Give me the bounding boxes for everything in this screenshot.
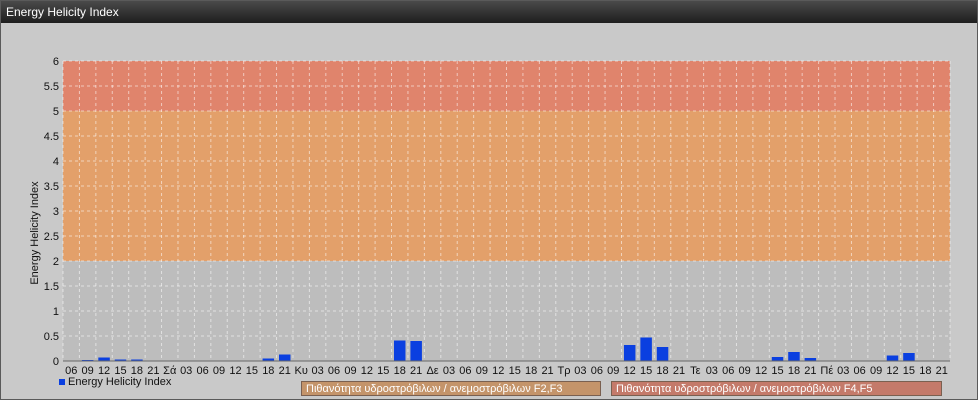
- x-tick-label: 06: [196, 365, 208, 377]
- y-tick-label: 1: [53, 306, 59, 318]
- x-tick-label: 03: [837, 365, 849, 377]
- energy-helicity-chart: Energy Helicity Index 0 0.5 1 1.5 2 2.5 3 3.5 4 4…: [29, 56, 951, 377]
- x-tick-label: 09: [607, 365, 619, 377]
- legend-series-name: Energy Helicity Index: [68, 376, 172, 388]
- x-tick-label: 12: [492, 365, 504, 377]
- x-tick-label: 21: [936, 365, 948, 377]
- x-tick-label: 09: [870, 365, 882, 377]
- bar: [393, 340, 406, 361]
- x-tick-label: 06: [722, 365, 734, 377]
- x-tick-label: 18: [262, 365, 274, 377]
- x-tick-label: 06: [591, 365, 603, 377]
- x-tick-label: 03: [311, 365, 323, 377]
- x-tick-label: 12: [755, 365, 767, 377]
- bar: [98, 357, 110, 361]
- x-tick-label: 12: [361, 365, 373, 377]
- x-tick-label: 12: [229, 365, 241, 377]
- legend-swatch: [59, 379, 65, 386]
- band-legend-f2-f3: Πιθανότητα υδροστρόβιλων / ανεμοστρόβιλω…: [301, 381, 601, 396]
- legend: Energy Helicity Index: [59, 376, 171, 388]
- x-tick-label: 06: [854, 365, 866, 377]
- bar: [623, 345, 636, 361]
- bar: [903, 353, 915, 361]
- x-tick-label: 03: [706, 365, 718, 377]
- y-tick-label: 4: [53, 156, 59, 168]
- x-tick-label: Τρ: [557, 365, 570, 377]
- x-tick-label: Κυ: [294, 365, 307, 377]
- y-tick-label: 3.5: [44, 181, 59, 193]
- y-tick-label: 5.5: [44, 81, 59, 93]
- bar: [640, 337, 652, 361]
- x-tick-label: 03: [180, 365, 192, 377]
- x-tick-label: Δε: [426, 365, 438, 377]
- bar: [886, 355, 899, 361]
- x-tick-label: 09: [344, 365, 356, 377]
- bar: [279, 354, 291, 361]
- bar: [410, 341, 422, 361]
- x-tick-label: 21: [279, 365, 291, 377]
- y-tick-label: 3: [53, 206, 59, 218]
- x-tick-label: 21: [541, 365, 553, 377]
- x-tick-label: 21: [804, 365, 816, 377]
- x-tick-label: 12: [624, 365, 636, 377]
- x-tick-label: 12: [886, 365, 898, 377]
- x-tick-label: 15: [509, 365, 521, 377]
- x-tick-label: 06: [459, 365, 471, 377]
- x-tick-label: 18: [788, 365, 800, 377]
- y-axis-label: Energy Helicity Index: [29, 181, 41, 285]
- window-title: Energy Helicity Index: [1, 1, 977, 23]
- x-tick-label: 21: [673, 365, 685, 377]
- y-tick-label: 0: [53, 356, 59, 368]
- y-tick-label: 1.5: [44, 281, 59, 293]
- y-tick-label: 4.5: [44, 131, 59, 143]
- x-tick-label: 18: [394, 365, 406, 377]
- x-tick-label: 03: [443, 365, 455, 377]
- x-tick-label: 09: [213, 365, 225, 377]
- y-tick-label: 2: [53, 256, 59, 268]
- y-tick-label: 2.5: [44, 231, 59, 243]
- x-tick-label: 18: [525, 365, 537, 377]
- y-tick-label: 5: [53, 106, 59, 118]
- x-tick-label: 09: [476, 365, 488, 377]
- y-tick-label: 6: [53, 56, 59, 68]
- x-tick-label: 15: [246, 365, 258, 377]
- band-legend-f4-f5: Πιθανότητα υδροστρόβιλων / ανεμοστρόβιλω…: [611, 381, 942, 396]
- x-tick-label: 15: [377, 365, 389, 377]
- bar: [788, 352, 800, 361]
- x-tick-label: 03: [574, 365, 586, 377]
- x-tick-label: 09: [739, 365, 751, 377]
- x-tick-label: 15: [771, 365, 783, 377]
- bar: [656, 347, 669, 361]
- x-tick-label: Πέ: [820, 365, 833, 377]
- bar: [771, 357, 784, 361]
- x-tick-label: 21: [410, 365, 422, 377]
- y-tick-label: 0.5: [44, 331, 59, 343]
- x-tick-label: 15: [903, 365, 915, 377]
- x-tick-label: 18: [919, 365, 931, 377]
- x-tick-label: 18: [656, 365, 668, 377]
- chart-window: Energy Helicity Index Energy Helicity In…: [0, 0, 978, 400]
- x-tick-label: Τε: [690, 365, 701, 377]
- x-tick-label: 15: [640, 365, 652, 377]
- x-tick-label: 06: [328, 365, 340, 377]
